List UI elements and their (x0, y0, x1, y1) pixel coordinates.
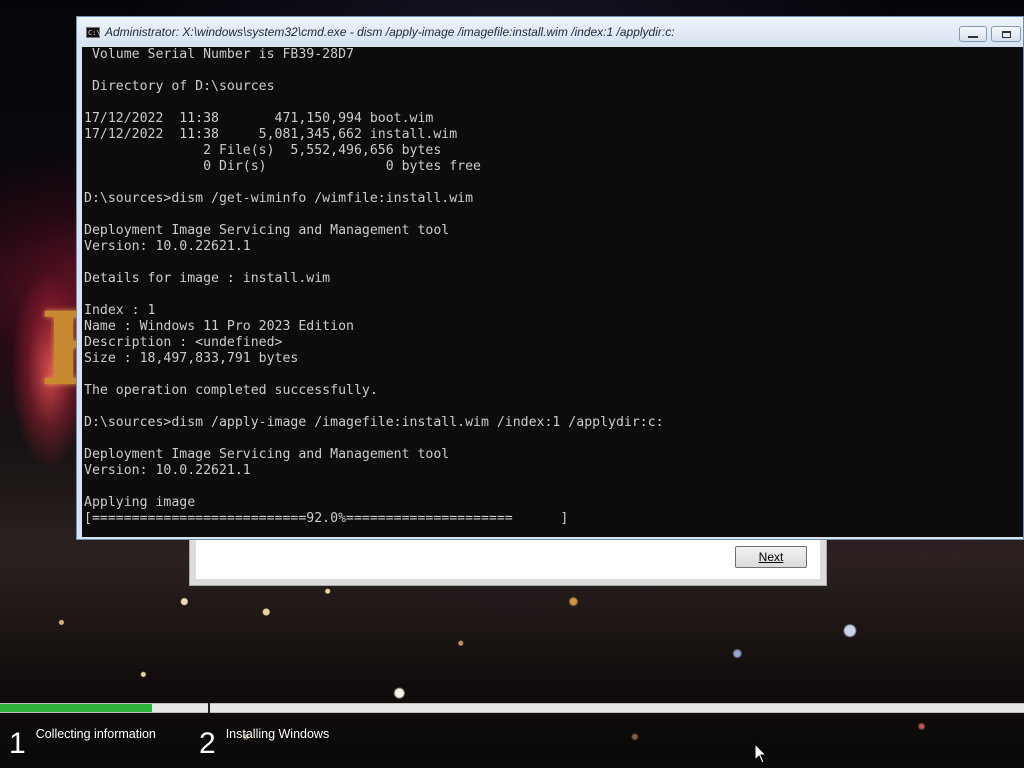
window-title: Administrator: X:\windows\system32\cmd.e… (105, 25, 675, 39)
window-title-bar[interactable]: C:\ Administrator: X:\windows\system32\c… (77, 17, 1023, 47)
minimize-button[interactable] (959, 26, 987, 42)
next-button[interactable]: Next (735, 546, 807, 568)
mouse-cursor-icon (754, 743, 768, 764)
step-label: Installing Windows (225, 727, 330, 741)
desktop-background: F Next C:\ Administrator: X:\windows\sys… (0, 0, 1024, 768)
command-prompt-window[interactable]: C:\ Administrator: X:\windows\system32\c… (76, 16, 1024, 540)
step-label: Collecting information (35, 727, 156, 741)
next-button-label: Next (758, 550, 784, 564)
console-text: Volume Serial Number is FB39-28D7 Direct… (84, 47, 664, 526)
maximize-button[interactable] (991, 26, 1021, 42)
setup-progress-fill (0, 704, 152, 712)
setup-step-installing-windows: 2 Installing Windows (199, 724, 329, 764)
console-output[interactable]: Volume Serial Number is FB39-28D7 Direct… (82, 47, 1023, 537)
minimize-icon (968, 36, 978, 38)
setup-step-collecting-information: 1 Collecting information (9, 724, 156, 764)
progress-step-divider (208, 703, 210, 713)
step-number: 1 (9, 727, 26, 760)
step-number: 2 (199, 727, 216, 760)
maximize-icon (1001, 30, 1011, 38)
setup-progress-bar (0, 703, 1024, 713)
command-prompt-icon[interactable]: C:\ (86, 26, 101, 38)
